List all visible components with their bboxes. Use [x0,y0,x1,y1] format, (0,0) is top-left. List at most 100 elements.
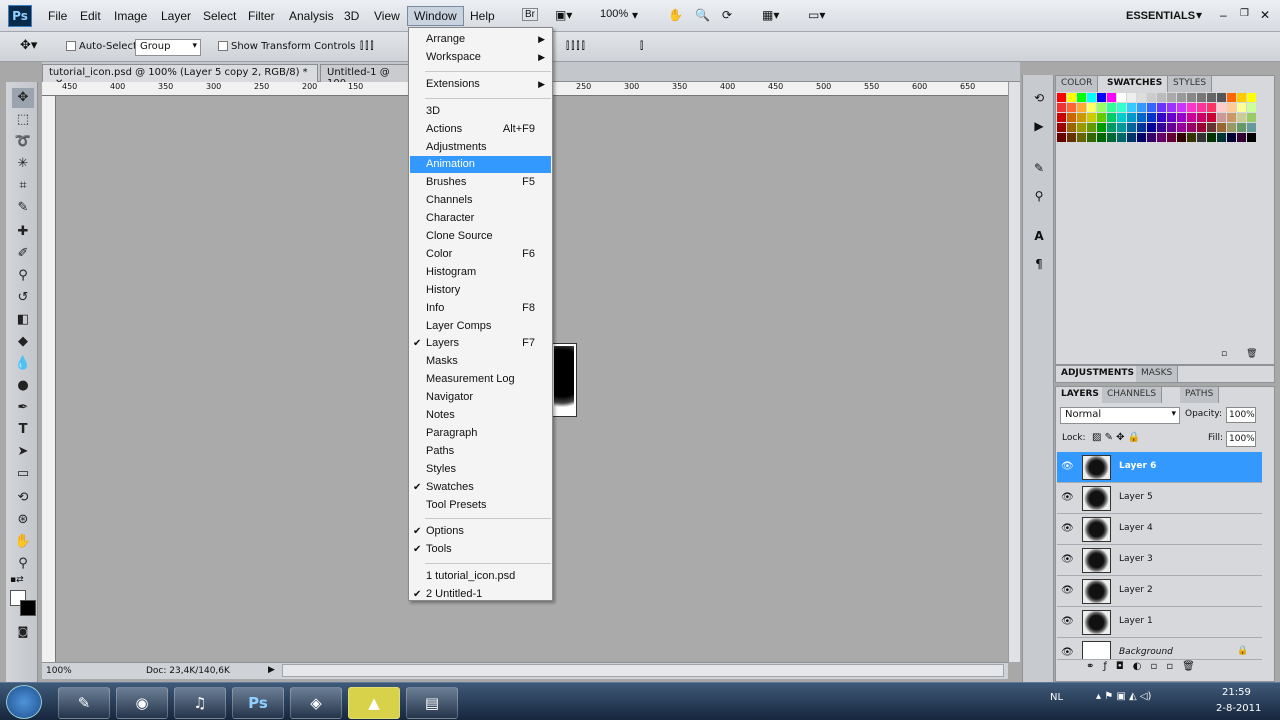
menu-item-1-tutorial-icon-psd[interactable]: 1 tutorial_icon.psd [410,568,551,585]
tab-masks[interactable]: MASKS [1136,366,1179,382]
tab-untitled[interactable]: Untitled-1 @ 100 [320,64,410,89]
menu-item-character[interactable]: Character [410,210,551,227]
status-zoom[interactable]: 100% [46,666,72,676]
lasso-tool-icon[interactable]: ➰ [12,132,34,152]
swatch[interactable] [1177,103,1186,112]
arrange-documents-icon[interactable]: ▦▾ [762,8,779,22]
menu-item-extensions[interactable]: Extensions ▶ [410,76,551,93]
path-selection-icon[interactable]: ➤ [12,442,34,462]
language-indicator[interactable]: NL [1050,692,1063,703]
menu-item-swatches[interactable]: Swatches ✔ [410,479,551,496]
3d-rotate-icon[interactable]: ⟲ [12,488,34,508]
swatch[interactable] [1077,123,1086,132]
swatch[interactable] [1107,103,1116,112]
swatch[interactable] [1077,93,1086,102]
3d-orbit-icon[interactable]: ⊛ [12,510,34,530]
swatch[interactable] [1177,113,1186,122]
swatch[interactable] [1057,93,1066,102]
menu-layer[interactable]: Layer [161,9,191,23]
menu-item-styles[interactable]: Styles [410,461,551,478]
swatch[interactable] [1247,93,1256,102]
swatch[interactable] [1117,93,1126,102]
menu-analysis[interactable]: Analysis [289,9,334,23]
menu-item-layers[interactable]: Layers ✔ F7 [410,335,551,352]
visibility-eye-icon[interactable]: 👁 [1061,523,1074,534]
eyedropper-icon[interactable]: ✎ [12,198,34,218]
swatch[interactable] [1227,93,1236,102]
pen-tool-icon[interactable]: ✒ [12,398,34,418]
clone-source-panel-icon[interactable]: ⚲ [1030,187,1048,205]
swatch[interactable] [1147,103,1156,112]
swatch[interactable] [1217,113,1226,122]
bridge-icon[interactable]: Br [522,8,538,21]
swatch[interactable] [1057,113,1066,122]
swatch[interactable] [1247,103,1256,112]
swatch[interactable] [1097,113,1106,122]
tab-styles[interactable]: STYLES [1168,76,1213,92]
swatch[interactable] [1117,103,1126,112]
layer-row[interactable]: 👁 Background 🔒 [1057,638,1262,660]
swatch[interactable] [1097,123,1106,132]
tab-swatches[interactable]: SWATCHES [1102,76,1169,92]
swatch[interactable] [1097,93,1106,102]
status-menu-arrow-icon[interactable]: ▶ [268,665,275,675]
menu-item-arrange[interactable]: Arrange ▶ [410,31,551,48]
swatch[interactable] [1077,103,1086,112]
close-icon[interactable]: ✕ [1260,8,1270,22]
swatch[interactable] [1087,113,1096,122]
photoshop-logo-icon[interactable]: Ps [8,5,32,27]
swatch[interactable] [1067,103,1076,112]
history-brush-icon[interactable]: ↺ [12,288,34,308]
swatch[interactable] [1137,103,1146,112]
swatch[interactable] [1157,133,1166,142]
menu-item-tool-presets[interactable]: Tool Presets [410,497,551,514]
imvu-app-icon[interactable]: ◈ [290,687,342,719]
menu-item-histogram[interactable]: Histogram [410,264,551,281]
swatch[interactable] [1087,133,1096,142]
swatch[interactable] [1187,93,1196,102]
swatch[interactable] [1237,93,1246,102]
menu-edit[interactable]: Edit [80,9,101,23]
swatch[interactable] [1157,103,1166,112]
swatch[interactable] [1227,133,1236,142]
swatch[interactable] [1167,113,1176,122]
swatch[interactable] [1097,103,1106,112]
minimize-icon[interactable]: – [1220,8,1227,22]
menu-item-tools[interactable]: Tools ✔ [410,541,551,558]
menu-item-paragraph[interactable]: Paragraph [410,425,551,442]
swatch[interactable] [1107,93,1116,102]
visibility-eye-icon[interactable]: 👁 [1061,492,1074,503]
menu-file[interactable]: File [48,9,67,23]
swatch[interactable] [1207,103,1216,112]
swatch[interactable] [1137,133,1146,142]
menu-3d[interactable]: 3D [344,9,359,23]
swatch[interactable] [1067,123,1076,132]
swatch[interactable] [1157,113,1166,122]
brush-tool-icon[interactable]: ✐ [12,244,34,264]
game-app-icon[interactable]: ▲ [348,687,400,719]
menu-window[interactable]: Window [407,6,464,26]
swatch[interactable] [1117,113,1126,122]
menu-item-2-untitled-1[interactable]: 2 Untitled-1 ✔ [410,586,551,603]
hand-icon[interactable]: ✋ [668,8,683,22]
document-image[interactable] [551,343,577,417]
menu-item-masks[interactable]: Masks [410,353,551,370]
swatch[interactable] [1187,103,1196,112]
swatch[interactable] [1227,123,1236,132]
swatch[interactable] [1207,123,1216,132]
swatch[interactable] [1137,123,1146,132]
swatch[interactable] [1167,123,1176,132]
menu-item-navigator[interactable]: Navigator [410,389,551,406]
fill-input[interactable]: 100% [1226,431,1256,447]
swatch[interactable] [1167,103,1176,112]
layer-row[interactable]: 👁 Layer 4 [1057,514,1262,545]
zoom-dropdown-icon[interactable]: ▾ [632,8,638,22]
swatch[interactable] [1077,133,1086,142]
workspace-switcher[interactable]: ESSENTIALS [1126,10,1195,22]
menu-help[interactable]: Help [470,9,495,23]
swatch[interactable] [1197,133,1206,142]
menu-select[interactable]: Select [203,9,236,23]
character-panel-icon[interactable]: A [1030,227,1048,245]
swatch[interactable] [1217,93,1226,102]
swatch[interactable] [1127,103,1136,112]
